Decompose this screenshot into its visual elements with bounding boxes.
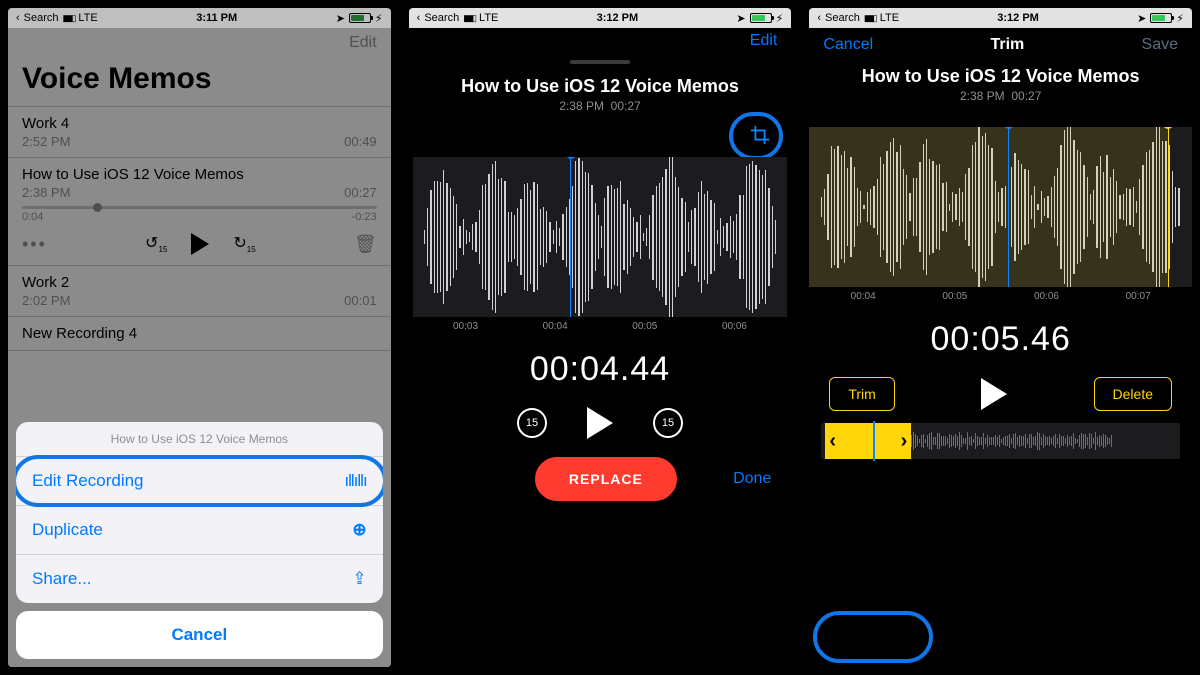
location-arrow-icon: ➤ [1137,12,1146,25]
share-icon: ⇪ [352,569,366,589]
location-arrow-icon: ➤ [736,12,745,25]
timecode: 00:04.44 [413,350,788,389]
time-ruler: 00:0400:0500:0600:07 [809,291,1192,302]
nav-title: Trim [990,36,1024,54]
status-time: 3:12 PM [597,12,639,24]
timecode: 00:05.46 [809,320,1192,359]
play-button[interactable] [981,378,1007,410]
overview-playhead[interactable] [873,421,875,461]
playhead[interactable] [1008,127,1009,287]
save-button[interactable]: Save [1142,36,1178,54]
back-chevron-icon: ‹ [417,12,421,24]
battery-icon [750,13,772,23]
battery-icon [1150,13,1172,23]
done-button[interactable]: Done [733,470,771,488]
playhead[interactable] [570,157,571,317]
screen-voice-memos-list: ‹ Search LTE 3:11 PM ➤ ⚡︎ Edit Voice Mem… [8,8,391,667]
status-bar: ‹ Search LTE 3:12 PM ➤⚡︎ [409,8,792,28]
trim-button[interactable]: Trim [829,377,894,411]
sheet-edit-recording[interactable]: Edit Recording ıllıllı [16,457,383,506]
edit-link[interactable]: Edit [409,28,792,54]
trim-selection [809,127,1169,287]
play-button[interactable] [587,407,613,439]
skip-forward-15-button[interactable]: 15 [653,408,683,438]
waveform-view[interactable] [809,127,1192,287]
sheet-grabber[interactable] [570,60,630,64]
waveform-icon: ıllıllı [344,471,366,491]
sheet-title: How to Use iOS 12 Voice Memos [16,422,383,457]
duplicate-icon: ⊕ [352,520,366,540]
waveform-view[interactable] [413,157,788,317]
signal-bars-icon [864,12,876,24]
recording-title: How to Use iOS 12 Voice Memos [413,76,788,97]
recording-title: How to Use iOS 12 Voice Memos [809,66,1192,87]
charging-icon: ⚡︎ [1176,12,1184,25]
trim-handle-right[interactable] [1168,127,1169,287]
sheet-cancel-button[interactable]: Cancel [16,611,383,659]
skip-back-15-button[interactable]: 15 [517,408,547,438]
trim-nav-bar: Cancel Trim Save [809,28,1192,62]
recording-subtitle: 2:38 PM 00:27 [809,89,1192,103]
sheet-share[interactable]: Share... ⇪ [16,555,383,603]
overview-selection[interactable] [825,423,911,459]
delete-button[interactable]: Delete [1094,377,1172,411]
screen-edit-recording: ‹ Search LTE 3:12 PM ➤⚡︎ Edit How to Use… [409,8,792,667]
charging-icon: ⚡︎ [776,12,784,25]
sheet-duplicate[interactable]: Duplicate ⊕ [16,506,383,555]
action-sheet: How to Use iOS 12 Voice Memos Edit Recor… [16,422,383,659]
time-ruler: 00:0300:0400:0500:06 [413,321,788,332]
highlight-callout [813,611,933,663]
recording-subtitle: 2:38 PM 00:27 [413,99,788,113]
status-bar: ‹ Search LTE 3:12 PM ➤⚡︎ [809,8,1192,28]
screen-trim: ‹ Search LTE 3:12 PM ➤⚡︎ Cancel Trim Sav… [809,8,1192,667]
replace-button[interactable]: REPLACE [535,457,677,501]
crop-trim-icon[interactable] [749,124,771,146]
overview-track[interactable] [821,423,1180,459]
status-time: 3:12 PM [997,12,1039,24]
back-chevron-icon: ‹ [817,12,821,24]
cancel-button[interactable]: Cancel [823,36,873,54]
signal-bars-icon [463,12,475,24]
